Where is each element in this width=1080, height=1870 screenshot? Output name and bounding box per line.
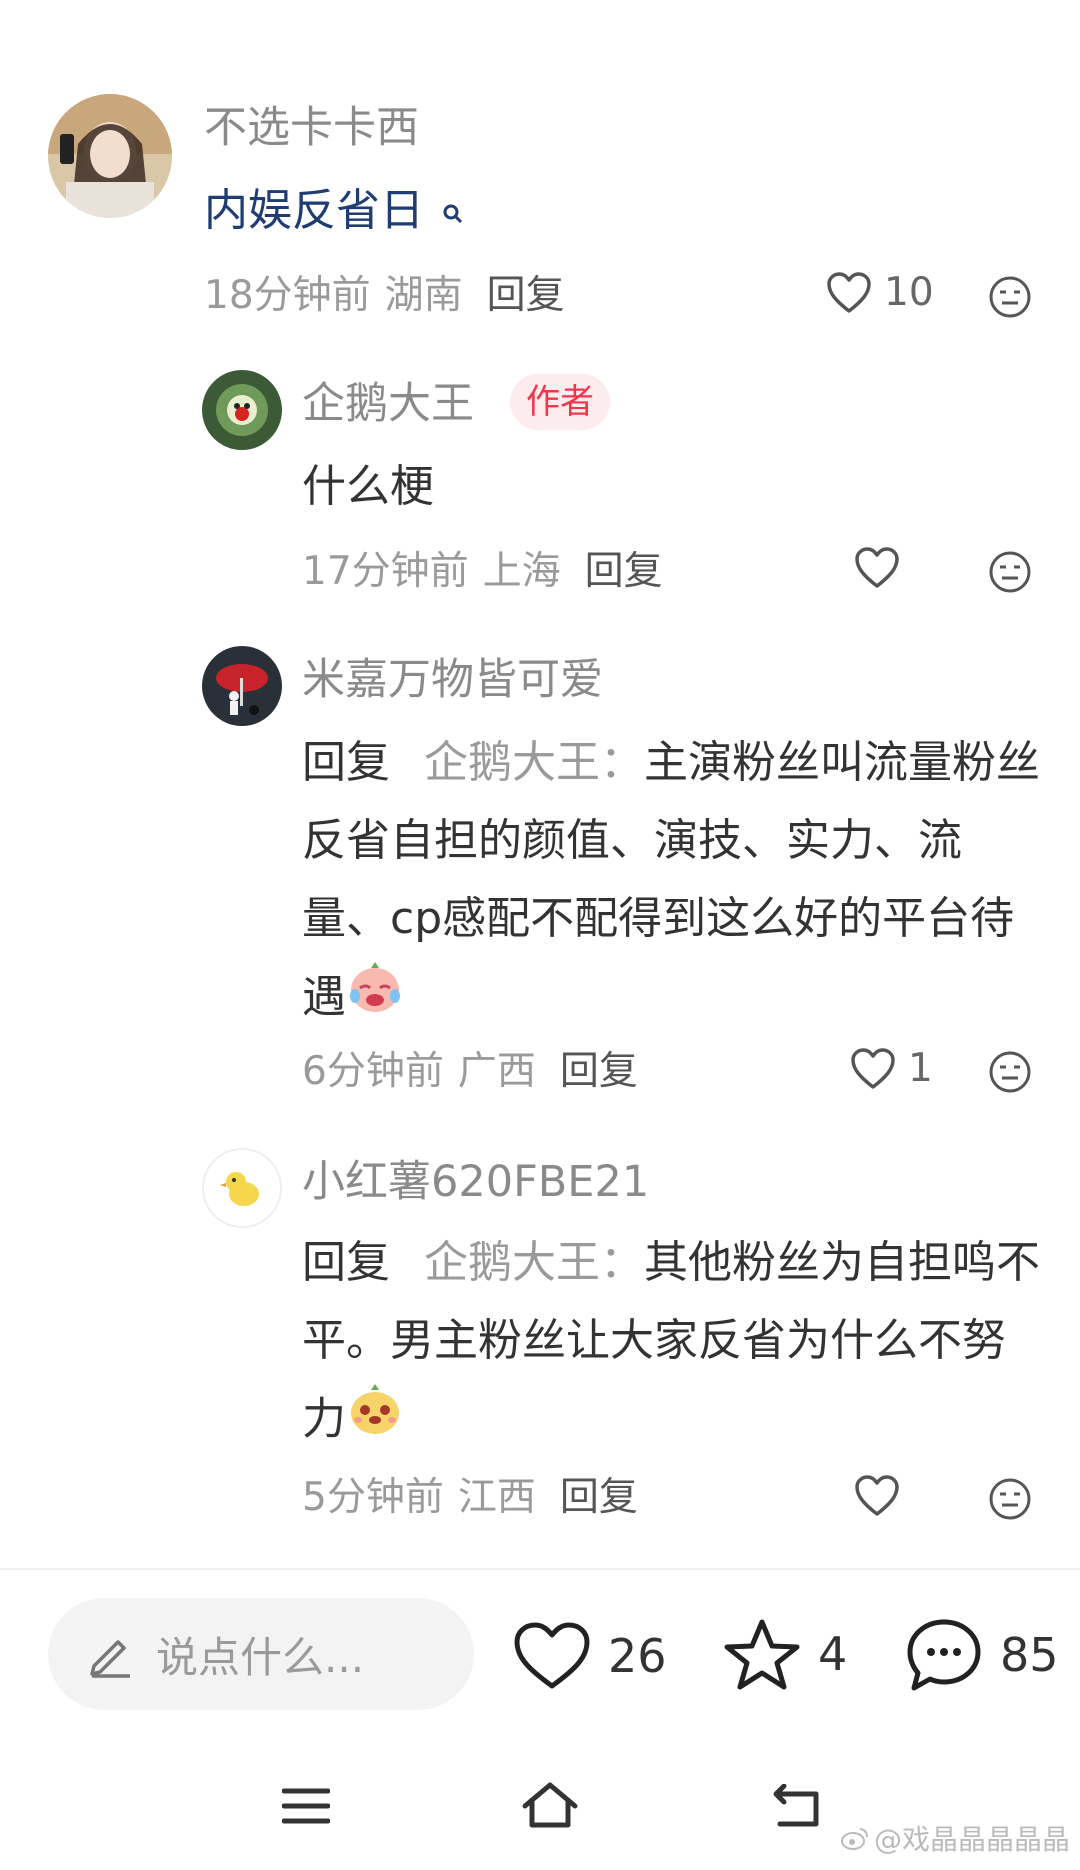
comment-text[interactable]: 回复 企鹅大王：其他粉丝为自担鸣不平。男主粉丝让大家反省为什么不努力 [302, 1224, 1042, 1463]
avatar[interactable] [202, 370, 282, 450]
favorites-count: 4 [818, 1627, 848, 1681]
like-count: 1 [908, 1046, 933, 1091]
divider [0, 1568, 1080, 1570]
pencil-icon [84, 1628, 136, 1680]
neutral-face-icon [989, 551, 1031, 593]
comment-meta: 18分钟前 湖南 回复 [204, 272, 565, 320]
comment-username[interactable]: 企鹅大王 [302, 378, 474, 430]
like-count: 10 [884, 270, 934, 315]
comment-location: 湖南 [384, 273, 463, 318]
dislike-button[interactable] [988, 550, 1032, 598]
comments-button[interactable]: 85 [904, 1616, 1059, 1694]
watermark: @戏晶晶晶晶晶 [840, 1818, 1070, 1858]
comment-location: 江西 [457, 1475, 536, 1520]
search-icon[interactable] [442, 172, 464, 250]
neutral-face-icon [989, 1478, 1031, 1520]
watermark-text: @戏晶晶晶晶晶 [873, 1823, 1070, 1856]
avatar[interactable] [202, 646, 282, 726]
comment-time: 18分钟前 [204, 273, 371, 318]
heart-icon [855, 547, 899, 588]
avatar[interactable] [202, 1148, 282, 1228]
reply-button[interactable]: 回复 [585, 549, 663, 594]
comment-username[interactable]: 米嘉万物皆可爱 [302, 654, 603, 706]
comment-time: 6分钟前 [302, 1049, 444, 1094]
weibo-icon [840, 1825, 870, 1851]
author-badge: 作者 [510, 374, 610, 430]
hashtag-text[interactable]: 内娱反省日 [204, 185, 424, 236]
comment-location: 广西 [457, 1049, 536, 1094]
home-icon[interactable] [520, 1780, 580, 1834]
comment-time: 5分钟前 [302, 1475, 444, 1520]
comment-username[interactable]: 小红薯620FBE21 [302, 1156, 649, 1208]
favorite-button[interactable]: 4 [722, 1616, 847, 1692]
comment-username[interactable]: 不选卡卡西 [204, 102, 419, 154]
dislike-button[interactable] [988, 1477, 1032, 1525]
avatar[interactable] [48, 94, 172, 218]
comment-text[interactable]: 内娱反省日 [204, 172, 464, 250]
like-post-button[interactable]: 26 [512, 1620, 667, 1692]
like-button[interactable] [854, 546, 912, 590]
comment-meta: 17分钟前 上海 回复 [302, 548, 663, 596]
comment-location: 上海 [482, 549, 561, 594]
heart-icon [827, 271, 871, 313]
peeking-emoji [346, 1380, 404, 1463]
back-icon[interactable] [770, 1783, 826, 1834]
menu-icon[interactable] [281, 1786, 331, 1830]
star-icon [724, 1619, 800, 1690]
speech-bubble-icon [907, 1619, 981, 1691]
heart-icon [851, 1047, 895, 1089]
reply-prefix: 回复 [302, 737, 390, 788]
like-button[interactable] [854, 1474, 912, 1518]
heart-icon [514, 1622, 590, 1689]
dislike-button[interactable] [988, 275, 1032, 323]
neutral-face-icon [989, 1051, 1031, 1093]
comment-input[interactable]: 说点什么... [48, 1598, 474, 1710]
heart-icon [855, 1475, 899, 1516]
reply-to-username[interactable]: 企鹅大王： [424, 737, 644, 788]
likes-count: 26 [608, 1629, 667, 1683]
reply-to-username[interactable]: 企鹅大王： [424, 1237, 644, 1288]
crying-laugh-emoji [346, 958, 404, 1041]
comment-meta: 6分钟前 广西 回复 [302, 1048, 638, 1096]
comment-input-placeholder: 说点什么... [156, 1632, 365, 1682]
reply-button[interactable]: 回复 [560, 1475, 638, 1520]
comment-text[interactable]: 回复 企鹅大王：主演粉丝叫流量粉丝反省自担的颜值、演技、实力、流量、cp感配不配… [302, 724, 1042, 1041]
comment-time: 17分钟前 [302, 549, 469, 594]
reply-body: 主演粉丝叫流量粉丝反省自担的颜值、演技、实力、流量、cp感配不配得到这么好的平台… [302, 737, 1040, 1023]
like-button[interactable]: 10 [826, 270, 934, 315]
dislike-button[interactable] [988, 1050, 1032, 1098]
comment-meta: 5分钟前 江西 回复 [302, 1474, 638, 1522]
reply-prefix: 回复 [302, 1237, 390, 1288]
neutral-face-icon [989, 276, 1031, 318]
comments-count: 85 [1000, 1628, 1059, 1682]
comment-text[interactable]: 什么梗 [302, 448, 434, 526]
reply-button[interactable]: 回复 [560, 1049, 638, 1094]
reply-button[interactable]: 回复 [487, 273, 565, 318]
like-button[interactable]: 1 [850, 1046, 933, 1091]
reply-body: 其他粉丝为自担鸣不平。男主粉丝让大家反省为什么不努力 [302, 1237, 1040, 1445]
